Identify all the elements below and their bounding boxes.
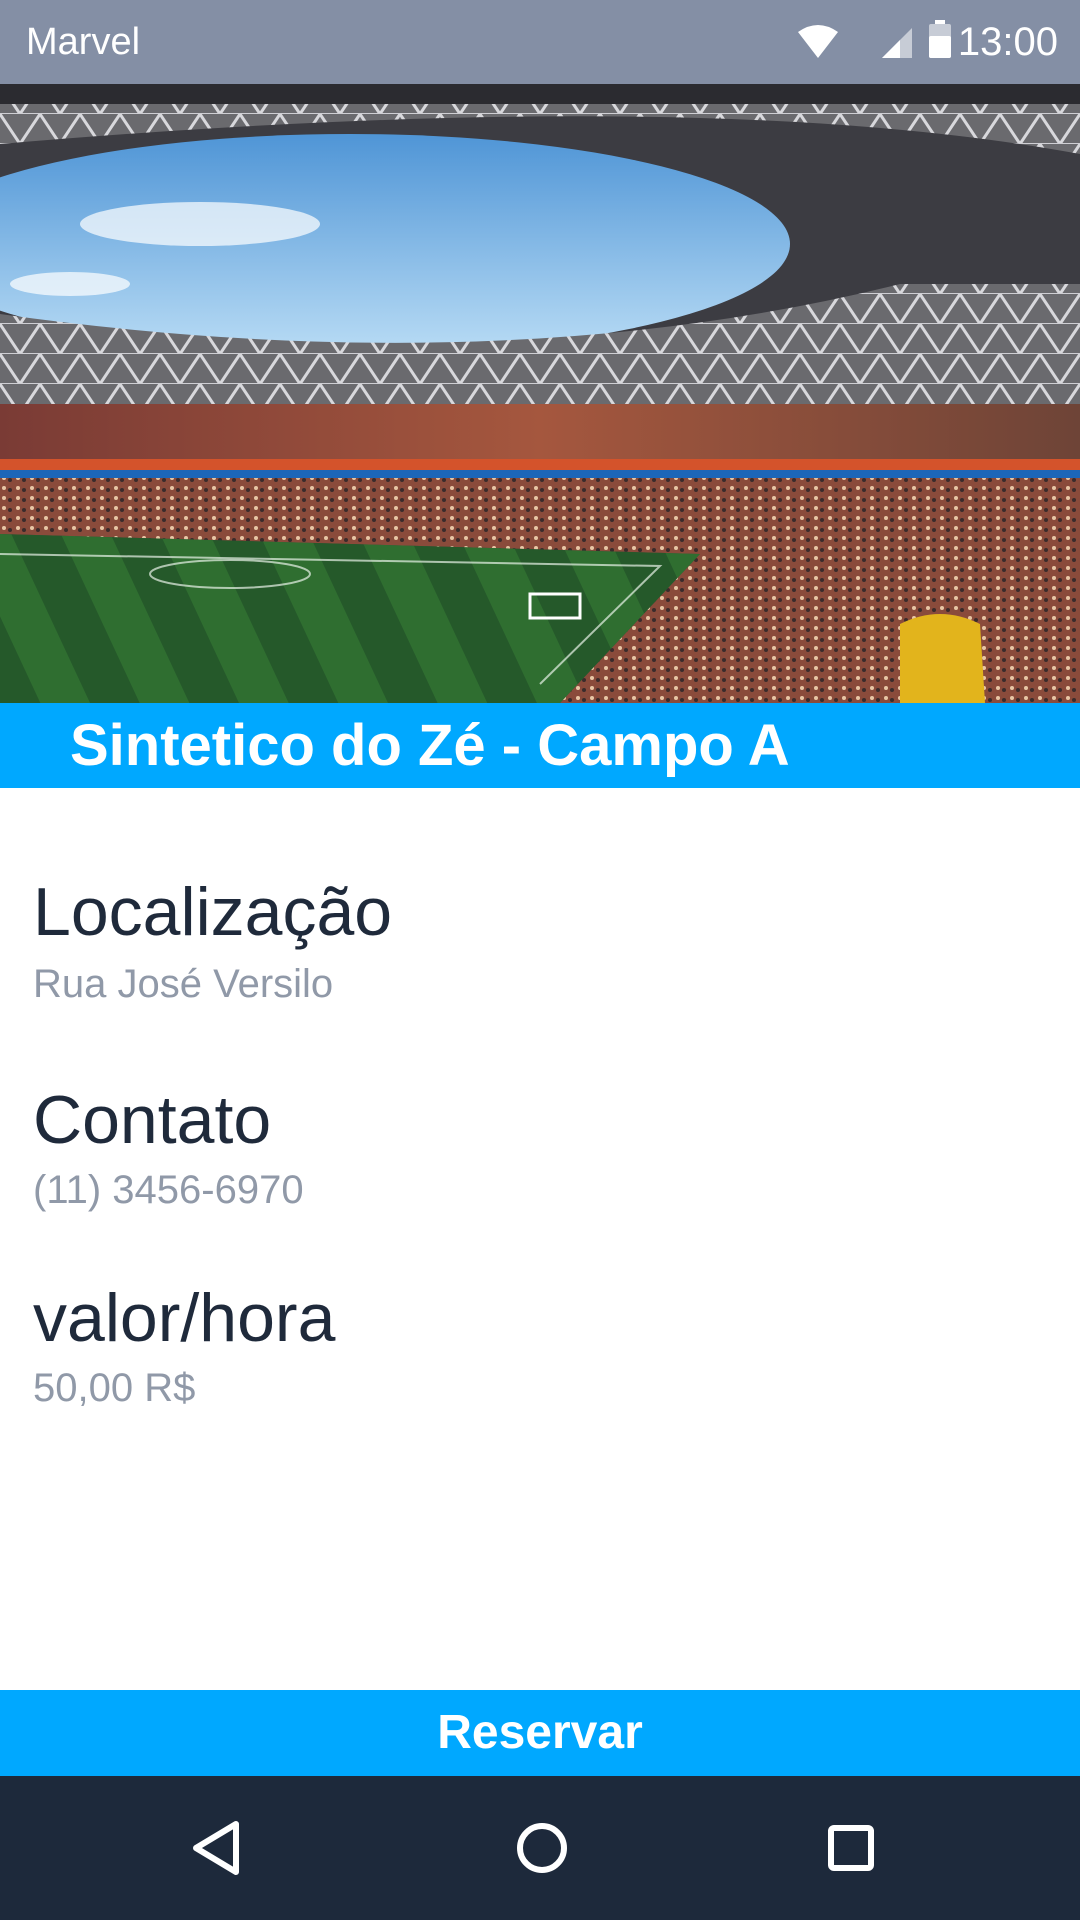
location-value: Rua José Versilo — [33, 962, 334, 1006]
venue-title-band: Sintetico do Zé - Campo A — [0, 703, 1080, 788]
wifi-icon — [798, 25, 838, 58]
contact-value[interactable]: (11) 3456-6970 — [33, 1168, 304, 1213]
reserve-button[interactable]: Reservar — [0, 1690, 1080, 1776]
price-label: valor/hora — [33, 1280, 336, 1356]
location-label: Localização — [33, 874, 393, 950]
status-app-name: Marvel — [26, 21, 141, 63]
home-icon[interactable] — [502, 1808, 582, 1888]
recents-icon[interactable] — [811, 1808, 891, 1888]
contact-label: Contato — [33, 1082, 272, 1158]
price-value: 50,00 R$ — [33, 1366, 196, 1410]
status-time: 13:00 — [957, 20, 1058, 64]
cell-signal-icon — [882, 28, 912, 58]
hero-stadium-image — [0, 84, 1080, 703]
navigation-bar — [0, 1776, 1080, 1920]
back-icon[interactable] — [176, 1808, 256, 1888]
status-bar: Marvel 13:00 — [0, 0, 1080, 84]
battery-icon — [929, 20, 951, 58]
venue-title: Sintetico do Zé - Campo A — [70, 713, 790, 778]
stadium-illustration — [0, 84, 1080, 703]
